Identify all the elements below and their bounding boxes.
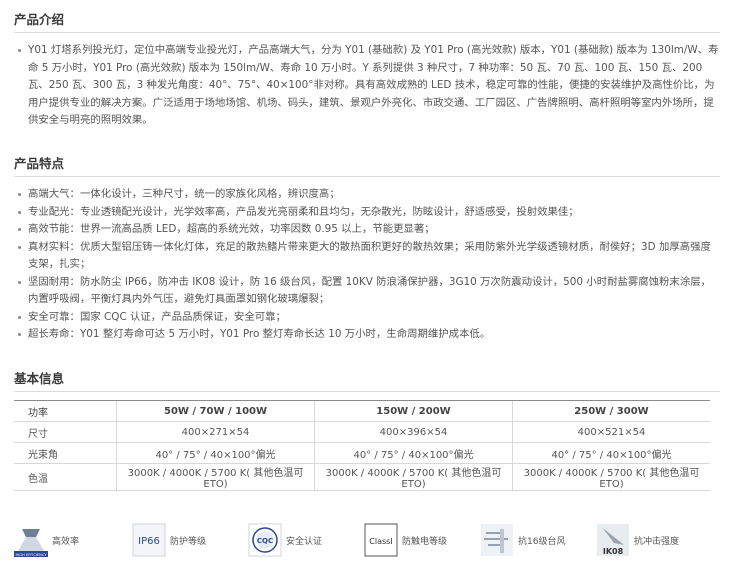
- row-label: 尺寸: [14, 421, 117, 443]
- badge-icon-text: HIGH EFFICIENCY: [15, 553, 47, 557]
- badge-label: 抗16级台风: [518, 536, 566, 547]
- badge-high-efficiency: HIGH EFFICIENCY 高效率: [14, 520, 79, 560]
- badge-label: 防护等级: [170, 536, 207, 547]
- badge-ip66: IP66 防护等级: [132, 520, 206, 560]
- high-efficiency-icon: HIGH EFFICIENCY: [14, 523, 48, 557]
- table-cell: 40° / 75° / 40×100°偏光: [314, 442, 513, 464]
- row-label: 色温: [14, 463, 117, 491]
- badge-ik08: IK08 抗冲击强度: [596, 520, 679, 560]
- feature-item: 安全可靠：国家 CQC 认证，产品品质保证，安全可靠；: [14, 309, 720, 327]
- table-cell: 150W / 200W: [314, 400, 513, 422]
- badge-cqc: CQC 安全认证: [248, 520, 322, 560]
- table-cell: 400×521×54: [512, 421, 710, 443]
- feature-item: 高端大气：一体化设计，三种尺寸，统一的家族化风格，辨识度高；: [14, 186, 720, 204]
- intro-section: 产品介绍 Y01 灯塔系列投光灯，定位中高端专业投光灯，产品高端大气，分为 Y0…: [14, 12, 720, 130]
- table-row: 尺寸 400×271×54 400×396×54 400×521×54: [14, 421, 710, 443]
- table-row: 色温 3000K / 4000K / 5700 K( 其他色温可 ETO) 30…: [14, 463, 710, 491]
- feature-item: 高效节能：世界一流高品质 LED，超高的系统光效，功率因数 0.95 以上，节能…: [14, 221, 720, 239]
- table-cell: 400×396×54: [314, 421, 513, 443]
- feature-item: 专业配光：专业透镜配光设计，光学效率高，产品发光亮丽柔和且均匀，无杂散光，防眩设…: [14, 204, 720, 222]
- badge-icon-text: CQC: [257, 537, 273, 545]
- basic-info-title: 基本信息: [14, 371, 720, 392]
- badge-label: 防触电等级: [402, 536, 448, 547]
- table-row: 光束角 40° / 75° / 40×100°偏光 40° / 75° / 40…: [14, 442, 710, 464]
- basic-info-section: 基本信息: [14, 371, 720, 392]
- features-section: 产品特点 高端大气：一体化设计，三种尺寸，统一的家族化风格，辨识度高； 专业配光…: [14, 156, 720, 344]
- table-cell: 250W / 300W: [512, 400, 710, 422]
- features-title: 产品特点: [14, 156, 720, 177]
- table-cell: 40° / 75° / 40×100°偏光: [512, 442, 710, 464]
- table-cell: 3000K / 4000K / 5700 K( 其他色温可 ETO): [314, 463, 513, 491]
- typhoon-icon: [480, 523, 514, 557]
- intro-paragraph: Y01 灯塔系列投光灯，定位中高端专业投光灯，产品高端大气，分为 Y01 (基础…: [14, 42, 720, 130]
- cqc-icon: CQC: [248, 523, 282, 557]
- badge-icon-text: ClassI: [369, 537, 392, 546]
- row-label: 功率: [14, 400, 117, 422]
- table-cell: 50W / 70W / 100W: [116, 400, 315, 422]
- intro-list: Y01 灯塔系列投光灯，定位中高端专业投光灯，产品高端大气，分为 Y01 (基础…: [14, 42, 720, 130]
- badge-strip: HIGH EFFICIENCY 高效率 IP66 防护等级 CQC 安全认证 C…: [14, 520, 714, 560]
- feature-item: 真材实料：优质大型铝压铸一体化灯体，充足的散热鳍片带来更大的散热面积更好的散热效…: [14, 239, 720, 274]
- badge-label: 高效率: [52, 536, 80, 547]
- row-label: 光束角: [14, 442, 117, 464]
- ik08-icon: IK08: [596, 523, 630, 557]
- feature-item: 坚固耐用：防水防尘 IP66，防冲击 IK08 设计，防 16 级台风，配置 1…: [14, 274, 720, 309]
- spec-table: 功率 50W / 70W / 100W 150W / 200W 250W / 3…: [14, 400, 710, 491]
- intro-title: 产品介绍: [14, 12, 720, 33]
- class-i-icon: ClassI: [364, 523, 398, 557]
- feature-item: 超长寿命：Y01 整灯寿命可达 5 万小时，Y01 Pro 整灯寿命长达 10 …: [14, 326, 720, 344]
- badge-label: 安全认证: [286, 536, 323, 547]
- table-cell: 40° / 75° / 40×100°偏光: [116, 442, 315, 464]
- ip66-icon: IP66: [132, 523, 166, 557]
- badge-class-i: ClassI 防触电等级: [364, 520, 447, 560]
- table-cell: 400×271×54: [116, 421, 315, 443]
- table-row: 功率 50W / 70W / 100W 150W / 200W 250W / 3…: [14, 400, 710, 422]
- table-cell: 3000K / 4000K / 5700 K( 其他色温可 ETO): [116, 463, 315, 491]
- badge-icon-text: IP66: [138, 536, 160, 547]
- badge-icon-text: IK08: [603, 547, 624, 556]
- badge-typhoon: 抗16级台风: [480, 520, 565, 560]
- features-list: 高端大气：一体化设计，三种尺寸，统一的家族化风格，辨识度高； 专业配光：专业透镜…: [14, 186, 720, 344]
- table-cell: 3000K / 4000K / 5700 K( 其他色温可 ETO): [512, 463, 710, 491]
- badge-label: 抗冲击强度: [634, 536, 680, 547]
